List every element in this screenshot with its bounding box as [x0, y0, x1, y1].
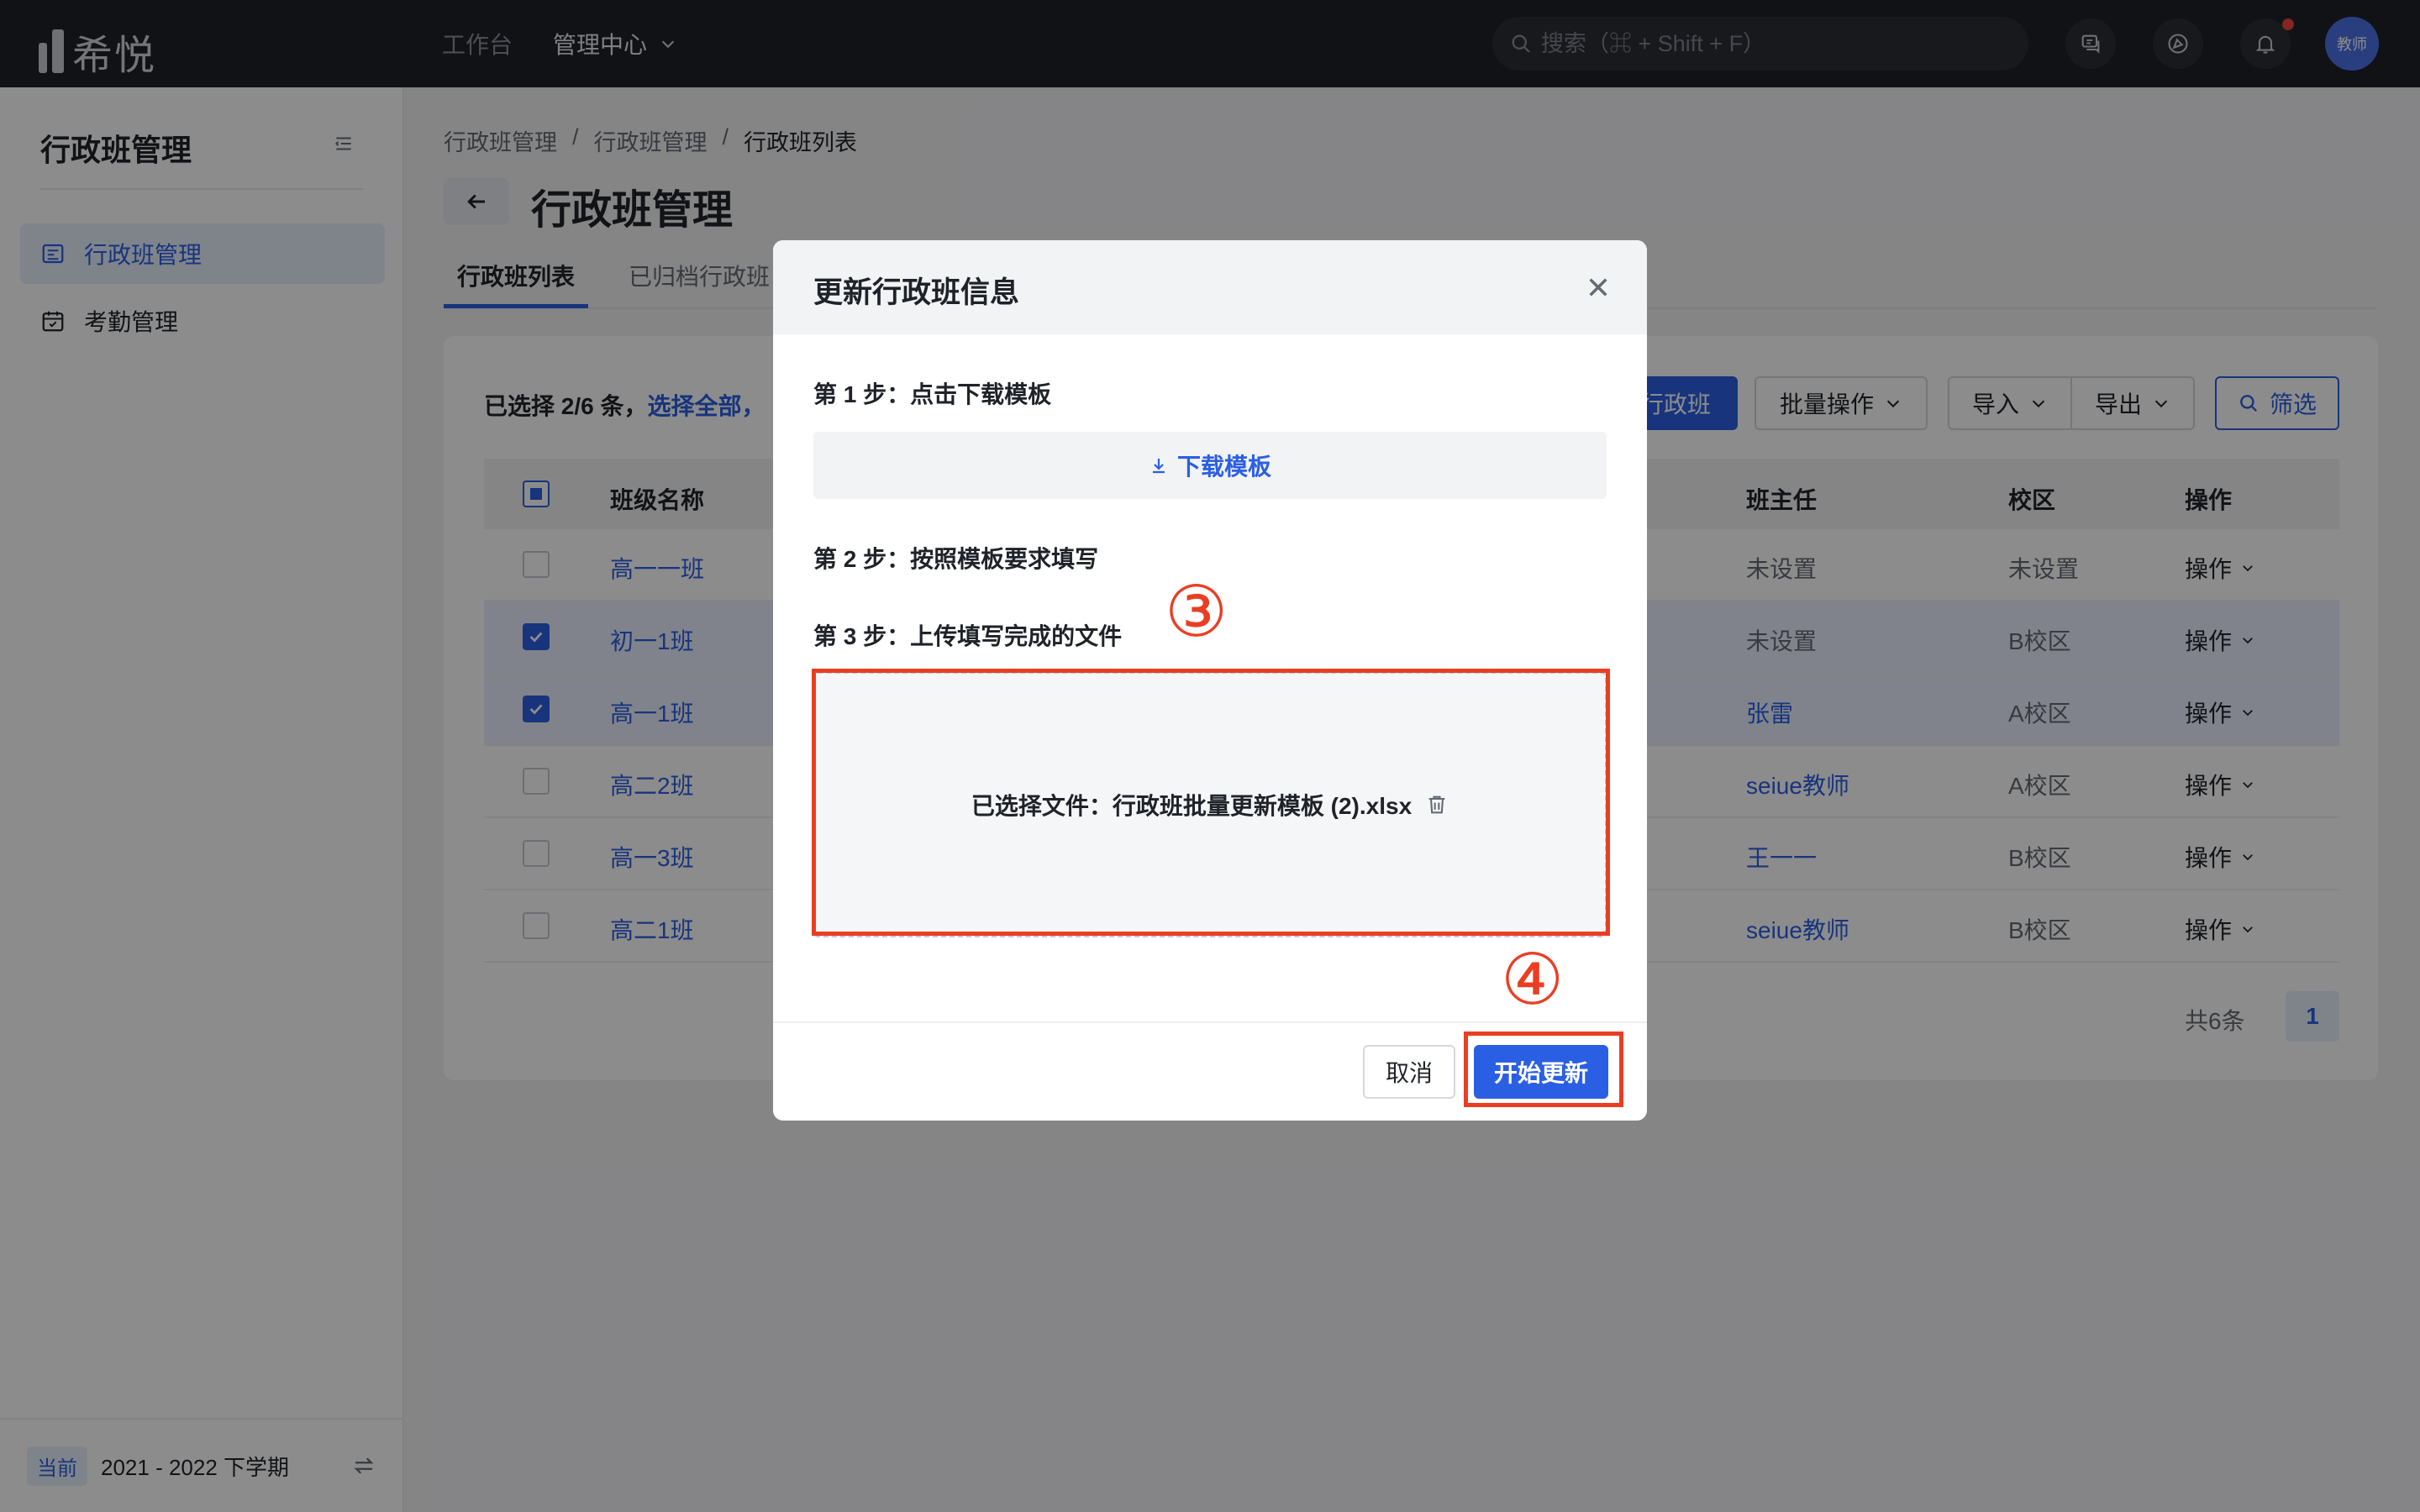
selected-file-label: 已选择文件：行政班批量更新模板 (2).xlsx [971, 788, 1412, 822]
step-1-label: 第 1 步：点击下载模板 [813, 381, 1052, 407]
download-template-label: 下载模板 [1176, 454, 1271, 480]
cancel-button[interactable]: 取消 [1363, 1045, 1455, 1099]
annotation-marker-3: ③ [1165, 570, 1228, 653]
file-label-prefix: 已选择文件： [971, 793, 1113, 819]
download-icon [1152, 459, 1165, 474]
annotation-marker-4: ④ [1501, 938, 1565, 1021]
close-icon [1589, 278, 1607, 297]
download-template-button[interactable]: 下载模板 [813, 432, 1607, 499]
step-2-label: 第 2 步：按照模板要求填写 [813, 546, 1099, 572]
modal-close-button[interactable] [1581, 270, 1615, 304]
start-update-button[interactable]: 开始更新 [1474, 1045, 1608, 1099]
trash-icon[interactable] [1425, 793, 1449, 816]
modal-header: 更新行政班信息 [773, 240, 1647, 334]
step-3-label: 第 3 步：上传填写完成的文件 [813, 623, 1123, 649]
selected-file-name: 行政班批量更新模板 (2).xlsx [1112, 793, 1413, 819]
file-upload-area[interactable]: 已选择文件：行政班批量更新模板 (2).xlsx [813, 672, 1607, 937]
modal-title: 更新行政班信息 [813, 276, 1020, 309]
